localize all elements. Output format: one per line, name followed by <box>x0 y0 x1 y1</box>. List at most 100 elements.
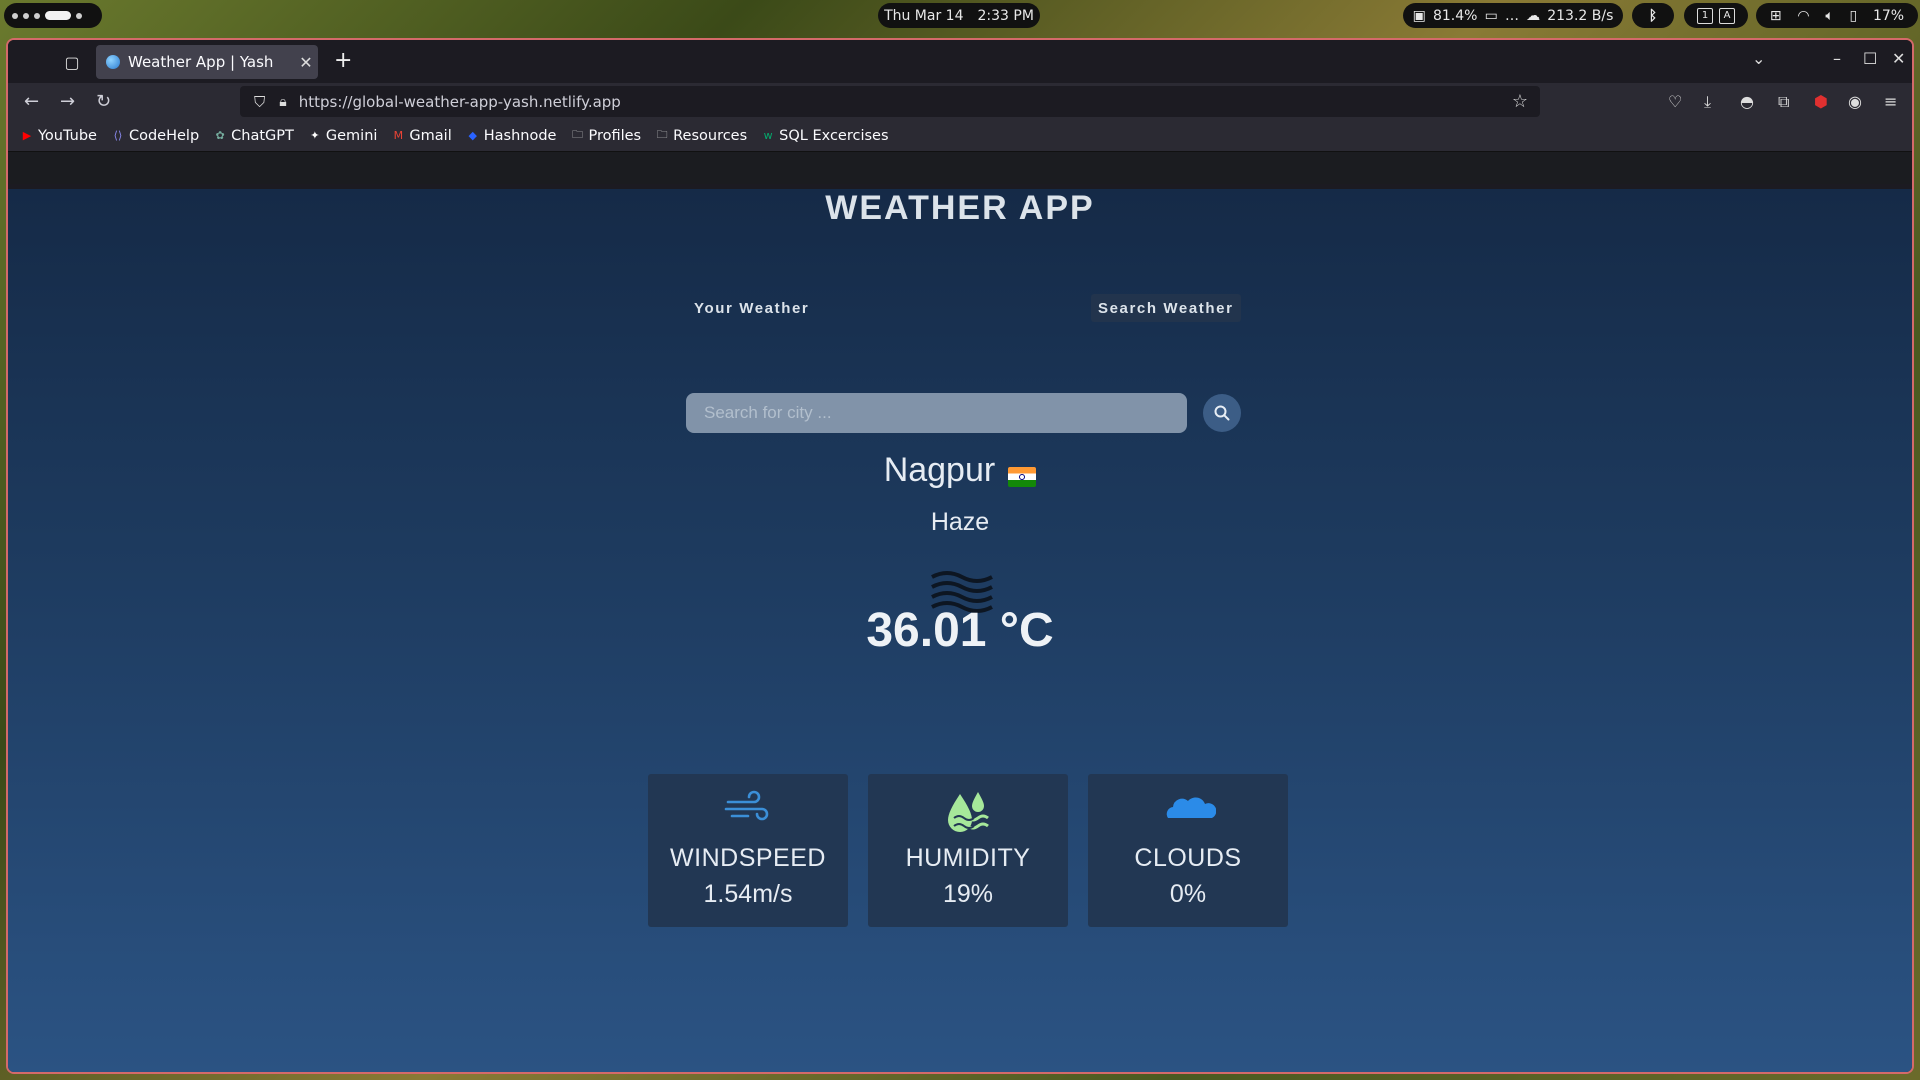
bookmark-label: YouTube <box>38 127 97 144</box>
bookmark-chatgpt[interactable]: ✿ ChatGPT <box>213 128 294 144</box>
bookmark-label: SQL Excercises <box>779 127 889 144</box>
tab-title: Weather App | Yash <box>128 53 274 71</box>
search-form <box>686 393 1242 433</box>
weather-description: Haze <box>930 508 990 536</box>
page-top-strip <box>8 152 1912 184</box>
city-name: Nagpur <box>883 451 996 489</box>
keyboard-indicator[interactable]: 1 A <box>1684 3 1748 28</box>
india-flag-icon <box>1008 466 1037 487</box>
workspace-indicator[interactable] <box>4 3 102 28</box>
weather-app-page: WEATHER APP Your Weather Search Weather … <box>8 189 1912 1072</box>
clouds-value: 0% <box>1169 880 1207 908</box>
youtube-icon: ▶ <box>22 129 32 142</box>
weather-stats: WINDSPEED 1.54m/s HUMIDITY 19% CLOUDS 0% <box>648 774 1288 927</box>
close-window-button[interactable]: ✕ <box>1892 49 1905 68</box>
monitor-value: … <box>1504 7 1519 24</box>
page-title: WEATHER APP <box>825 189 1095 227</box>
tab-search-weather[interactable]: Search Weather <box>1091 294 1241 322</box>
weather-favicon-icon <box>106 55 120 69</box>
bookmarks-toolbar: ▶ YouTube ⟨⟩ CodeHelp ✿ ChatGPT ✦ Gemini M Gmail ◆… <box>8 120 1912 152</box>
workspace-dot[interactable] <box>76 12 82 19</box>
upload-cloud-icon: ☁ <box>1526 7 1541 24</box>
tab-bar: ▢ Weather App | Yash ✕ + ⌄ – ☐ ✕ <box>8 40 1912 83</box>
tab-overview-icon[interactable]: ▢ <box>60 50 84 74</box>
navigation-toolbar: ← → ↻ ⛉ 🔒︎ https://global-weather-app-ya… <box>8 83 1912 120</box>
windspeed-card: WINDSPEED 1.54m/s <box>648 774 848 927</box>
clouds-card: CLOUDS 0% <box>1088 774 1288 927</box>
system-menu[interactable]: ⊞ ◠ 🔈︎ ▯ 17% <box>1756 3 1918 28</box>
humidity-icon <box>948 792 989 832</box>
battery-icon: ▯ <box>1849 7 1858 24</box>
monitor-icon: ▭ <box>1484 7 1498 24</box>
workspace-dot[interactable] <box>34 12 40 19</box>
clock-time: 2:33 PM <box>977 7 1034 24</box>
tracking-shield-icon[interactable]: ⛉ <box>254 93 265 111</box>
search-button[interactable] <box>1203 394 1241 432</box>
bookmark-codehelp[interactable]: ⟨⟩ CodeHelp <box>111 128 199 144</box>
bookmark-label: ChatGPT <box>231 127 294 144</box>
humidity-value: 19% <box>942 880 994 908</box>
city-heading: Nagpur <box>8 451 1912 490</box>
workspace-dot[interactable] <box>12 12 18 19</box>
bookmark-star-icon[interactable]: ☆ <box>1512 91 1528 112</box>
grid-icon: ⊞ <box>1769 7 1782 24</box>
extensions-puzzle-icon[interactable]: ⧉ <box>1778 92 1789 112</box>
chatgpt-icon: ✿ <box>215 129 225 142</box>
bookmark-label: Resources <box>673 127 748 144</box>
browser-tab-active[interactable]: Weather App | Yash ✕ <box>96 45 318 79</box>
network-speed: 213.2 B/s <box>1547 7 1614 24</box>
back-button[interactable]: ← <box>24 91 39 112</box>
browser-window: ▢ Weather App | Yash ✕ + ⌄ – ☐ ✕ ← → ↻ ⛉… <box>6 38 1914 1074</box>
tab-list-chevron-icon[interactable]: ⌄ <box>1752 49 1765 68</box>
bookmark-label: Gemini <box>325 127 378 144</box>
url-text[interactable]: https://global-weather-app-yash.netlify.… <box>299 93 621 111</box>
cpu-icon: ▣ <box>1412 7 1426 24</box>
bookmark-sql-excercises[interactable]: w SQL Excercises <box>761 127 889 144</box>
clock[interactable]: Thu Mar 14 2:33 PM <box>878 3 1040 28</box>
keyboard-layout-1: 1 <box>1697 7 1713 24</box>
extension-avatar-icon[interactable]: ◓ <box>1740 92 1754 111</box>
bookmark-label: Hashnode <box>483 127 557 144</box>
humidity-label: HUMIDITY <box>905 844 1031 872</box>
pocket-icon[interactable]: ♡ <box>1668 92 1682 111</box>
private-mask-icon[interactable]: ◉ <box>1848 92 1862 111</box>
wind-icon <box>724 790 769 821</box>
reload-button[interactable]: ↻ <box>96 91 111 112</box>
lock-icon[interactable]: 🔒︎ <box>279 94 286 110</box>
clock-date: Thu Mar 14 <box>884 7 964 24</box>
tab-your-weather[interactable]: Your Weather <box>687 294 816 322</box>
workspace-dot[interactable] <box>23 12 29 19</box>
bookmark-gmail[interactable]: M Gmail <box>391 127 452 144</box>
search-icon <box>1214 405 1230 421</box>
gmail-icon: M <box>393 129 404 142</box>
new-tab-button[interactable]: + <box>334 48 352 73</box>
minimize-button[interactable]: – <box>1833 49 1841 68</box>
downloads-icon[interactable]: ⤓ <box>1704 92 1711 112</box>
city-search-input[interactable] <box>686 393 1187 433</box>
ublock-icon[interactable]: ⬢ <box>1814 92 1828 111</box>
bookmark-profiles[interactable]: 🗀︎ Profiles <box>570 128 641 144</box>
bookmark-youtube[interactable]: ▶ YouTube <box>20 128 97 144</box>
cloud-icon <box>1166 797 1216 818</box>
keyboard-layout-a: A <box>1719 7 1735 24</box>
maximize-button[interactable]: ☐ <box>1863 49 1877 68</box>
forward-button[interactable]: → <box>60 91 75 112</box>
bookmark-label: Profiles <box>588 127 642 144</box>
system-top-bar: Thu Mar 14 2:33 PM ▣ 81.4% ▭ … ☁ 213.2 B… <box>0 0 1920 34</box>
bookmark-resources[interactable]: 🗀︎ Resources <box>655 127 748 144</box>
bookmark-gemini[interactable]: ✦ Gemini <box>308 127 378 144</box>
hamburger-menu-icon[interactable]: ≡ <box>1884 92 1897 111</box>
bluetooth-indicator[interactable]: ᛒ <box>1632 3 1674 28</box>
windspeed-value: 1.54m/s <box>703 880 793 908</box>
tab-close-icon[interactable]: ✕ <box>294 53 318 72</box>
address-bar[interactable]: ⛉ 🔒︎ https://global-weather-app-yash.net… <box>240 86 1540 117</box>
temperature: 36.01 °C <box>866 604 1054 657</box>
workspace-active[interactable] <box>45 11 71 20</box>
system-stats[interactable]: ▣ 81.4% ▭ … ☁ 213.2 B/s <box>1403 3 1623 28</box>
clouds-label: CLOUDS <box>1134 844 1242 872</box>
bookmark-hashnode[interactable]: ◆ Hashnode <box>466 128 557 144</box>
volume-icon: 🔈︎ <box>1825 7 1834 24</box>
bookmark-label: CodeHelp <box>128 127 200 144</box>
bookmark-label: Gmail <box>409 127 452 144</box>
w3-icon: w <box>763 129 773 142</box>
